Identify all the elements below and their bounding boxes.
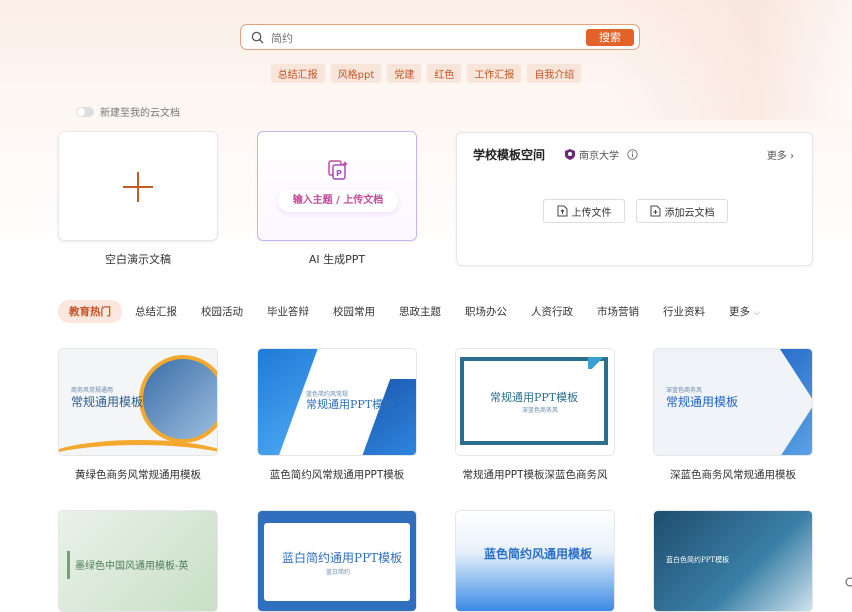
template-thumbnail[interactable]: 蓝白简约通用PPT模板 蓝白简约 <box>257 510 417 612</box>
tab-hr-admin[interactable]: 人资行政 <box>520 300 584 323</box>
thumb-decoration <box>588 357 608 369</box>
thumb-decoration <box>780 349 812 455</box>
tab-marketing[interactable]: 市场营销 <box>586 300 650 323</box>
school-template-space: 学校模板空间 南京大学 更多 › 上传文件 添加云文档 <box>456 132 813 266</box>
template-caption[interactable]: 深蓝色商务风常规通用模板 <box>638 467 828 482</box>
university-shield-icon <box>565 149 575 160</box>
thumb-subtitle: 深蓝色商务风 <box>522 407 559 414</box>
thumb-title: 常规通用PPT模板 <box>490 391 579 404</box>
template-thumbnail[interactable]: 常规通用模板 商务风常规通用 <box>58 348 218 456</box>
template-thumbnail[interactable]: 蓝色简约风通用模板 <box>455 510 615 612</box>
template-thumbnail[interactable]: 墨绿色中国风通用模板-英 <box>58 510 218 612</box>
header-decoration <box>612 0 852 120</box>
thumb-title: 蓝色简约风通用模板 <box>484 547 593 561</box>
thumb-title: 常规通用模板 <box>71 395 144 409</box>
thumb-decoration <box>361 379 416 455</box>
template-thumbnail[interactable]: 常规通用模板 深蓝色商务风 <box>653 348 813 456</box>
ai-ppt-icon: P <box>328 160 348 180</box>
hot-tag[interactable]: 风格ppt <box>330 64 382 83</box>
search-button[interactable]: 搜索 <box>586 29 634 46</box>
template-caption[interactable]: 蓝色简约风常规通用PPT模板 <box>242 467 432 482</box>
template-thumbnail[interactable]: 常规通用PPT模板 蓝色简约风常规 <box>257 348 417 456</box>
add-doc-icon <box>650 205 660 217</box>
tab-industry[interactable]: 行业资料 <box>652 300 716 323</box>
side-panel-icon[interactable] <box>844 576 852 588</box>
tab-education-hot[interactable]: 教育热门 <box>58 300 122 323</box>
template-caption[interactable]: 常规通用PPT模板深蓝色商务风 <box>440 467 630 482</box>
school-more-link[interactable]: 更多 › <box>767 147 794 162</box>
tab-ideology[interactable]: 思政主题 <box>388 300 452 323</box>
thumb-decoration <box>59 440 217 455</box>
chevron-right-icon: › <box>790 151 794 162</box>
thumb-title: 常规通用PPT模板 <box>306 398 395 411</box>
blank-presentation-label: 空白演示文稿 <box>105 253 171 266</box>
search-bar: 搜索 <box>240 24 640 50</box>
hot-tag[interactable]: 自我介绍 <box>527 64 582 83</box>
upload-file-button[interactable]: 上传文件 <box>543 199 625 223</box>
upload-icon <box>557 205 567 217</box>
blank-presentation-card[interactable] <box>58 131 218 241</box>
tab-campus-common[interactable]: 校园常用 <box>322 300 386 323</box>
thumb-title: 常规通用模板 <box>666 395 739 409</box>
ai-generate-card[interactable]: P 输入主题 / 上传文档 <box>257 131 417 241</box>
category-tabs: 教育热门 总结汇报 校园活动 毕业答辩 校园常用 思政主题 职场办公 人资行政 … <box>58 300 773 323</box>
ai-input-pill[interactable]: 输入主题 / 上传文档 <box>278 190 398 212</box>
plus-icon <box>123 172 153 202</box>
thumb-title: 蓝白简约通用PPT模板 <box>282 551 403 565</box>
template-thumbnail[interactable]: 蓝白色简约PPT模板 <box>653 510 813 612</box>
template-thumbnail[interactable]: 常规通用PPT模板 深蓝色商务风 <box>455 348 615 456</box>
hot-tag[interactable]: 红色 <box>427 64 462 83</box>
svg-text:P: P <box>336 169 342 178</box>
hot-tag[interactable]: 总结汇报 <box>270 64 325 83</box>
tab-more[interactable]: 更多 ⌵ <box>718 300 771 323</box>
cloud-save-toggle[interactable] <box>76 106 94 117</box>
template-caption[interactable]: 黄绿色商务风常规通用模板 <box>43 467 233 482</box>
thumb-subtitle: 蓝色简约风常规 <box>306 391 349 398</box>
cloud-save-label: 新建至我的云文档 <box>100 108 180 119</box>
search-icon <box>251 31 264 44</box>
info-icon[interactable] <box>627 149 638 160</box>
thumb-decoration <box>139 355 217 443</box>
hot-tag[interactable]: 工作汇报 <box>467 64 522 83</box>
search-input[interactable] <box>269 29 573 47</box>
university-info[interactable]: 南京大学 <box>565 147 638 162</box>
ai-generate-label: AI 生成PPT <box>308 253 366 266</box>
thumb-subtitle: 蓝白简约 <box>326 569 351 576</box>
hot-tag[interactable]: 党建 <box>387 64 422 83</box>
thumb-title: 墨绿色中国风通用模板-英 <box>75 561 189 572</box>
tab-graduation-defense[interactable]: 毕业答辩 <box>256 300 320 323</box>
hot-tags: 总结汇报 风格ppt 党建 红色 工作汇报 自我介绍 <box>0 64 852 83</box>
tab-summary-report[interactable]: 总结汇报 <box>124 300 188 323</box>
tab-office[interactable]: 职场办公 <box>454 300 518 323</box>
thumb-subtitle: 深蓝色商务风 <box>666 387 703 394</box>
cloud-save-toggle-row: 新建至我的云文档 <box>76 104 180 119</box>
chevron-down-icon: ⌵ <box>753 308 761 318</box>
thumb-decoration <box>67 551 70 579</box>
school-space-title: 学校模板空间 <box>473 148 546 162</box>
thumb-title: 蓝白色简约PPT模板 <box>666 556 730 564</box>
tab-campus-activities[interactable]: 校园活动 <box>190 300 254 323</box>
thumb-subtitle: 商务风常规通用 <box>71 387 114 394</box>
university-name: 南京大学 <box>579 151 619 162</box>
add-cloud-doc-button[interactable]: 添加云文档 <box>636 199 728 223</box>
